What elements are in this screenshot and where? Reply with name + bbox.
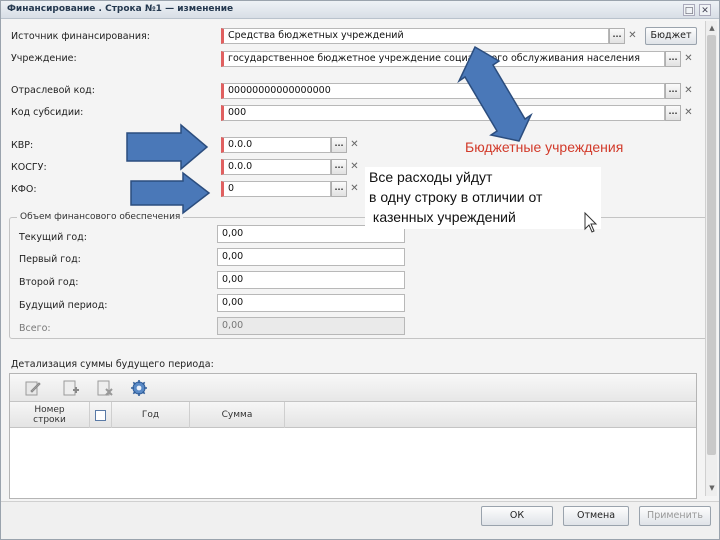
annotation-overlay [126, 45, 598, 233]
arrow-to-kfo-icon [130, 171, 211, 215]
mouse-cursor-icon [584, 211, 598, 233]
double-arrow-icon [457, 45, 533, 142]
arrow-to-kvr-icon [126, 123, 209, 171]
dialog-window: Финансирование . Строка №1 — изменение □… [0, 0, 720, 540]
